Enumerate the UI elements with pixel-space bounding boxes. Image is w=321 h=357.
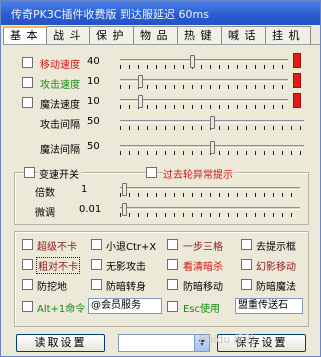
magic-speed-indicator <box>293 93 301 108</box>
alt-command-label: Alt+1命令 <box>37 304 86 315</box>
alt-command-input[interactable]: @会员服务 <box>88 298 162 314</box>
move-speed-indicator <box>293 53 301 68</box>
option-anti-move-checkbox[interactable] <box>167 279 178 290</box>
attack-interval-slider-thumb[interactable] <box>210 116 215 129</box>
option-anti-magic-checkbox[interactable] <box>241 279 252 290</box>
tab-protect[interactable]: 保 护 <box>90 26 134 44</box>
attack-speed-checkbox[interactable] <box>22 77 33 88</box>
option-super-no-lag-checkbox[interactable] <box>22 239 33 250</box>
alt-command-checkbox[interactable] <box>22 301 33 312</box>
attack-speed-indicator <box>293 73 301 88</box>
magic-speed-slider-thumb[interactable] <box>138 95 143 108</box>
option-anti-dig-checkbox[interactable] <box>22 279 33 290</box>
magic-interval-slider-thumb[interactable] <box>210 141 215 154</box>
magic-interval-slider[interactable] <box>120 141 304 157</box>
watermark: Baidu 经验 <box>199 333 256 346</box>
option-coarse-no-lag-checkbox[interactable] <box>22 259 33 270</box>
tab-combat[interactable]: 战 斗 <box>47 26 90 44</box>
attack-interval-slider[interactable] <box>120 116 304 132</box>
option-phantom-move-checkbox[interactable] <box>241 259 252 270</box>
window-title: 传奇PK3C插件收费版 到达服延迟 60ms <box>11 8 209 21</box>
esc-use-label: Esc使用 <box>183 304 221 315</box>
magic-interval-value: 50 <box>87 141 100 152</box>
attack-interval-label: 攻击间隔 <box>40 120 80 131</box>
option-shadow-attack-label: 无影攻击 <box>106 262 146 273</box>
option-three-steps-label: 一步三格 <box>183 242 223 253</box>
option-anti-move-label: 防暗移动 <box>183 282 223 293</box>
esc-use-input[interactable]: 盟重传送石 <box>235 298 303 314</box>
option-see-assassin-label: 看清暗杀 <box>183 262 223 273</box>
tab-afk[interactable]: 挂 机 <box>266 26 311 44</box>
option-three-steps-checkbox[interactable] <box>167 239 178 250</box>
option-shadow-attack-checkbox[interactable] <box>91 259 102 270</box>
finetune-slider-thumb[interactable] <box>122 203 127 216</box>
multiplier-label: 倍数 <box>35 188 55 199</box>
multiplier-slider[interactable] <box>120 183 300 199</box>
tab-items[interactable]: 物 品 <box>134 26 178 44</box>
attack-speed-slider-thumb[interactable] <box>138 75 143 88</box>
move-speed-value: 40 <box>87 56 100 67</box>
move-speed-slider[interactable] <box>120 55 288 71</box>
option-super-no-lag-label: 超级不卡 <box>37 242 77 253</box>
move-speed-checkbox[interactable] <box>22 57 33 68</box>
tab-shout[interactable]: 喊 话 <box>222 26 266 44</box>
esc-use-checkbox[interactable] <box>167 301 178 312</box>
attack-speed-label: 攻击速度 <box>40 80 80 91</box>
anomaly-prompt-label: 过去轮异常提示 <box>163 166 235 181</box>
magic-speed-label: 魔法速度 <box>40 100 80 111</box>
option-hide-prompt-checkbox[interactable] <box>241 239 252 250</box>
option-hide-prompt-label: 去提示框 <box>256 242 296 253</box>
option-quick-logout-checkbox[interactable] <box>91 239 102 250</box>
tab-bar: 基 本 战 斗 保 护 物 品 热 键 喊 话 挂 机 <box>3 26 320 45</box>
finetune-slider[interactable] <box>120 203 300 219</box>
option-anti-magic-label: 防暗魔法 <box>256 282 296 293</box>
load-settings-button[interactable]: 读取设置 <box>16 334 105 352</box>
finetune-value: 0.01 <box>79 204 102 215</box>
multiplier-slider-thumb[interactable] <box>122 183 127 196</box>
magic-speed-value: 10 <box>87 96 100 107</box>
option-coarse-no-lag-label: 粗对不卡 <box>36 257 80 274</box>
option-anti-turn-label: 防暗转身 <box>106 282 146 293</box>
attack-speed-value: 10 <box>87 76 100 87</box>
anomaly-prompt-checkbox[interactable] <box>146 167 157 178</box>
option-quick-logout-label: 小退Ctr+X <box>106 242 157 253</box>
attack-speed-slider[interactable] <box>120 75 288 91</box>
speed-switch-label: 变速开关 <box>39 166 81 181</box>
speed-switch-checkbox[interactable] <box>24 167 35 178</box>
option-phantom-move-label: 幻影移动 <box>256 262 296 273</box>
option-anti-turn-checkbox[interactable] <box>91 279 102 290</box>
tab-hotkeys[interactable]: 热 键 <box>178 26 222 44</box>
attack-interval-value: 50 <box>87 116 100 127</box>
option-see-assassin-checkbox[interactable] <box>167 259 178 270</box>
profile-select[interactable]: ▼ <box>118 334 210 352</box>
magic-speed-checkbox[interactable] <box>22 97 33 108</box>
app-window: 传奇PK3C插件收费版 到达服延迟 60ms 基 本 战 斗 保 护 物 品 热… <box>0 0 321 357</box>
move-speed-label: 移动速度 <box>40 60 80 71</box>
option-anti-dig-label: 防挖地 <box>37 282 67 293</box>
magic-interval-label: 魔法间隔 <box>40 145 80 156</box>
multiplier-value: 1 <box>81 184 88 195</box>
magic-speed-slider[interactable] <box>120 95 288 111</box>
finetune-label: 微调 <box>35 208 55 219</box>
tab-basic[interactable]: 基 本 <box>3 26 47 45</box>
basic-settings-panel: 移动速度 40 攻击速度 10 魔法速度 10 攻击间隔 50 魔法间隔 50 <box>3 44 320 356</box>
move-speed-slider-thumb[interactable] <box>190 55 195 68</box>
title-bar[interactable]: 传奇PK3C插件收费版 到达服延迟 60ms <box>1 1 320 25</box>
